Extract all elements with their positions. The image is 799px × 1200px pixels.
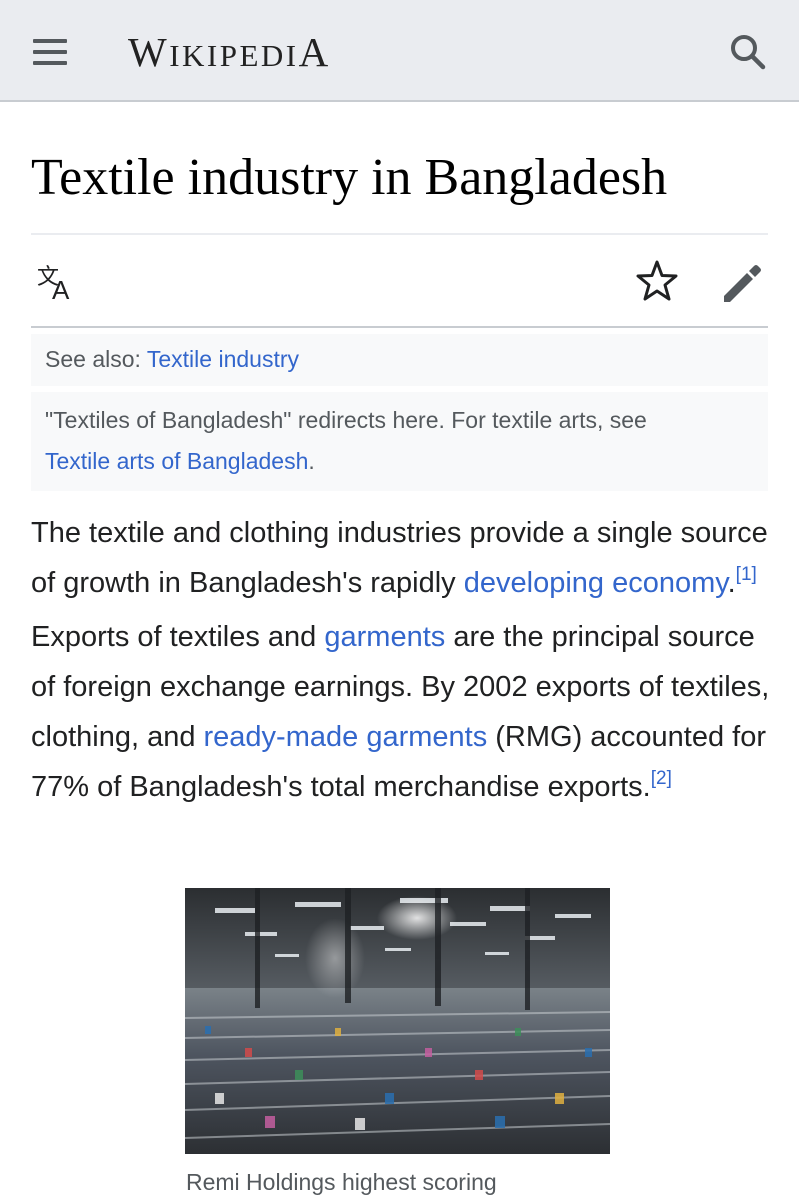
developing-economy-link[interactable]: developing economy <box>464 567 728 599</box>
title-divider <box>31 233 768 235</box>
redirect-period: . <box>308 448 315 474</box>
top-bar: WIKIPEDIA <box>0 0 799 102</box>
hamburger-menu-icon[interactable] <box>30 36 70 68</box>
figure-caption: Remi Holdings highest scoring <box>186 1169 497 1195</box>
pencil-icon[interactable] <box>718 260 764 306</box>
ready-made-garments-link[interactable]: ready-made garments <box>204 721 488 753</box>
garments-link[interactable]: garments <box>324 621 445 653</box>
hatnote-see-also: See also: Textile industry <box>31 334 768 386</box>
textile-arts-link[interactable]: Textile arts of Bangladesh <box>45 448 308 474</box>
hatnote-redirect: "Textiles of Bangladesh" redirects here.… <box>31 392 768 491</box>
lead-text: . <box>727 567 736 599</box>
language-icon[interactable]: 文 A <box>34 262 80 305</box>
citation-2-link[interactable]: [2] <box>651 768 672 789</box>
factory-floor-photo[interactable] <box>185 888 610 1154</box>
textile-industry-link[interactable]: Textile industry <box>147 346 299 372</box>
lead-paragraph: The textile and clothing industries prov… <box>31 508 776 816</box>
see-also-label: See also: <box>45 346 147 372</box>
lead-text: Exports of textiles and <box>31 621 325 653</box>
search-icon[interactable] <box>726 30 770 74</box>
redirect-text: "Textiles of Bangladesh" redirects here.… <box>45 407 647 433</box>
svg-text:A: A <box>52 275 70 302</box>
toolbar-divider <box>31 326 768 328</box>
citation-1-link[interactable]: [1] <box>736 564 757 585</box>
wikipedia-wordmark[interactable]: WIKIPEDIA <box>128 27 331 81</box>
star-icon[interactable] <box>634 258 680 304</box>
page-title: Textile industry in Bangladesh <box>31 149 668 206</box>
